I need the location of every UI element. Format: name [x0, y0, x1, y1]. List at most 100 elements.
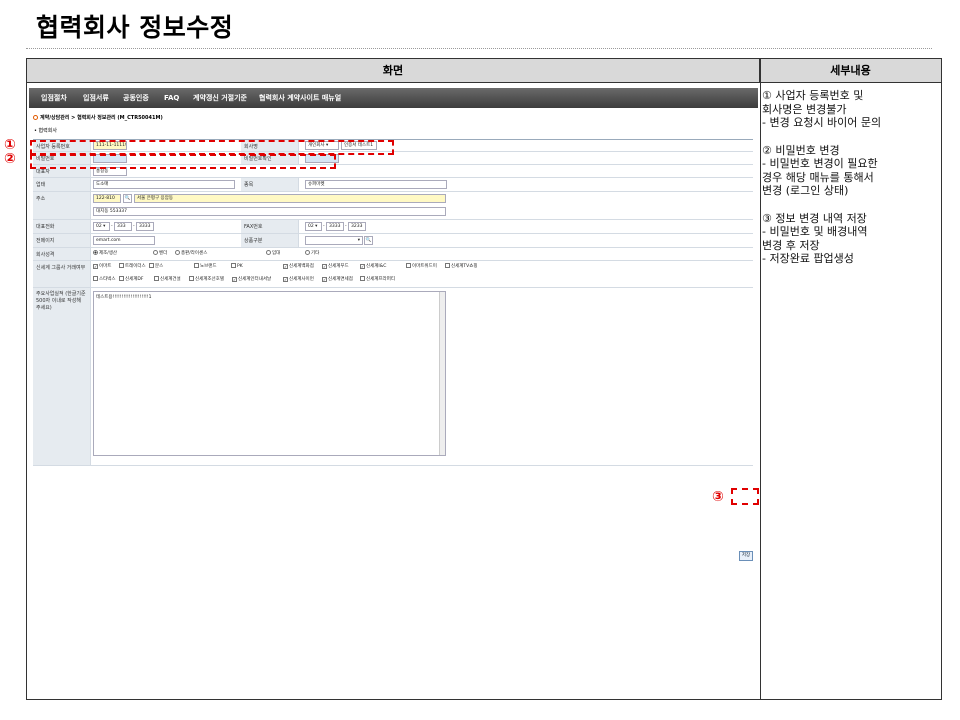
page-title: 협력회사 정보수정 [36, 13, 234, 42]
nav-item-entry-documents[interactable]: 입점서류 [83, 88, 109, 108]
top-navigation-bar: 입점절차 입점서류 공동인증 FAQ 계약갱신 거절기준 협력회사 계약사이트 … [29, 88, 758, 108]
note-line: 변경 후 저장 [762, 238, 820, 252]
save-button[interactable]: 저장 [739, 551, 753, 561]
intro-textarea[interactable]: 테스트용!!!!!!!!!!!!!!!!!!!!1 [93, 291, 446, 456]
note-line: - 비밀번호 및 배경내역 [762, 225, 868, 238]
details-notes: ① 사업자 등록번호 및 회사명은 변경불가 - 변경 요청시 바이어 문의 ②… [762, 89, 940, 280]
highlight-box-2 [30, 154, 336, 169]
form-row-address: 주소 122-810 🔍 서울 은평구 응암동 대지동 553337 [33, 192, 753, 220]
note-line: - 저장완료 팝업생성 [762, 252, 854, 265]
fax-area-select[interactable]: 02 ▾ [305, 222, 322, 231]
textarea-scrollbar[interactable] [439, 292, 445, 455]
category-select[interactable]: ▾ [305, 236, 363, 245]
zip-field: 122-810 [93, 194, 121, 203]
column-divider [760, 59, 761, 699]
business-item-label: 종목 [241, 178, 299, 191]
marker-3: ③ [712, 489, 724, 505]
note-line: ② 비밀번호 변경 [762, 143, 840, 157]
store-checkbox[interactable]: ✓ 이마트 [93, 262, 111, 271]
fax-separator: - [323, 224, 325, 229]
note-2: ② 비밀번호 변경 - 비밀번호 변경이 필요한 경우 해당 매뉴를 통해서 변… [762, 144, 940, 198]
category-label: 상품구분 [241, 234, 299, 247]
store-checkbox[interactable]: 분스 [149, 262, 163, 271]
fax-label: FAX번호 [241, 220, 299, 233]
note-1: ① 사업자 등록번호 및 회사명은 변경불가 - 변경 요청시 바이어 문의 [762, 89, 940, 130]
store-checkbox[interactable]: 신세계프라퍼티 [360, 275, 395, 284]
details-column-header: 세부내용 [760, 59, 941, 83]
fax-mid-field[interactable]: 3333 [326, 222, 344, 231]
note-line: - 비밀번호 변경이 필요한 [762, 157, 878, 170]
marker-2: ② [4, 151, 16, 167]
section-title: • 협력회사 [34, 128, 57, 134]
business-item-field[interactable]: 슈퍼마켓 [305, 180, 447, 189]
nav-item-entry-procedure[interactable]: 입점절차 [41, 88, 67, 108]
corp-type-option[interactable]: 제조/생산 [93, 249, 117, 258]
business-type-field[interactable]: 도소매 [93, 180, 235, 189]
breadcrumb-text: 계약/상담관리 > 협력회사 정보관리 (M_CTR50041M) [40, 115, 163, 121]
corp-type-option[interactable]: 총판/라이센스 [175, 249, 207, 258]
phone-last-field[interactable]: 3333 [136, 222, 154, 231]
business-type-label: 업태 [33, 178, 91, 191]
phone-label: 대표전화 [33, 220, 91, 233]
address-field: 서울 은평구 응암동 [134, 194, 446, 203]
marker-1: ① [4, 137, 16, 153]
highlight-box-3 [731, 488, 759, 505]
corp-type-label: 회사성격 [33, 248, 91, 260]
breadcrumb-bullet-icon [33, 115, 38, 120]
address-label: 주소 [33, 192, 91, 219]
store-checkbox[interactable]: ✓ 신세계I&C [360, 262, 386, 271]
email-field[interactable]: emart.com [93, 236, 155, 245]
note-line: 회사명은 변경불가 [762, 102, 847, 116]
store-checkbox[interactable]: 이마트위드미 [406, 262, 437, 271]
screen-column-header: 화면 [27, 59, 760, 83]
nav-item-renewal-criteria[interactable]: 계약갱신 거절기준 [193, 88, 247, 108]
note-line: ① 사업자 등록번호 및 [762, 89, 864, 102]
store-checkbox[interactable]: ✓ 신세계푸드 [322, 262, 349, 271]
store-checkbox[interactable]: ✓ 신세계사이먼 [283, 275, 314, 284]
corp-type-option[interactable]: 벤더 [153, 249, 167, 258]
note-line: - 변경 요청시 바이어 문의 [762, 116, 882, 129]
store-checkbox[interactable]: 트레이더스 [119, 262, 146, 271]
store-checkbox[interactable]: 노브랜드 [194, 262, 217, 271]
corp-type-option[interactable]: 기타 [305, 249, 319, 258]
form-row-email: 전메이지 emart.com 상품구분 ▾ 🔍 [33, 234, 753, 248]
nav-item-certificate[interactable]: 공동인증 [123, 88, 149, 108]
zip-search-icon[interactable]: 🔍 [123, 194, 132, 203]
store-checkbox[interactable]: ✓ 신세계인터내셔날 [232, 275, 271, 284]
screen-capture: 입점절차 입점서류 공동인증 FAQ 계약갱신 거절기준 협력회사 계약사이트 … [29, 88, 758, 699]
fax-separator: - [345, 224, 347, 229]
intro-label: 주요사업실적 (한글기준 500자 이내로 작성해 주세요) [33, 288, 91, 465]
stores-label: 신세계 그룹사 거래여부 [33, 261, 91, 287]
nav-item-manual[interactable]: 협력회사 계약사이트 매뉴얼 [259, 88, 341, 108]
phone-mid-field[interactable]: 333 [114, 222, 132, 231]
form-row-business-type: 업태 도소매 종목 슈퍼마켓 [33, 178, 753, 192]
phone-area-select[interactable]: 02 ▾ [93, 222, 110, 231]
form-row-intro: 주요사업실적 (한글기준 500자 이내로 작성해 주세요) 테스트용!!!!!… [33, 288, 753, 466]
address-detail-field[interactable]: 대지동 553337 [93, 207, 446, 216]
phone-separator: - [133, 224, 135, 229]
store-checkbox[interactable]: PK [231, 262, 243, 271]
store-checkbox[interactable]: 신세계TV쇼핑 [445, 262, 478, 271]
store-checkbox[interactable]: ✓ 신세계면세점 [322, 275, 353, 284]
form-row-stores: 신세계 그룹사 거래여부 ✓ 이마트 트레이더스 분스 노브랜드 PK ✓ 신세계백… [33, 261, 753, 288]
title-divider [26, 48, 932, 49]
corp-type-option[interactable]: 임대 [266, 249, 280, 258]
note-line: ③ 정보 변경 내역 저장 [762, 211, 867, 225]
form-row-phone: 대표전화 02 ▾ - 333 - 3333 FAX번호 02 ▾ - 3333… [33, 220, 753, 234]
note-line: 경우 해당 매뉴를 통해서 [762, 170, 874, 184]
breadcrumb: 계약/상담관리 > 협력회사 정보관리 (M_CTR50041M) [33, 114, 163, 121]
phone-separator: - [111, 224, 113, 229]
store-checkbox[interactable]: 스타벅스 [93, 275, 116, 284]
intro-text: 테스트용!!!!!!!!!!!!!!!!!!!!1 [96, 295, 152, 300]
email-label: 전메이지 [33, 234, 91, 247]
store-checkbox[interactable]: ✓ 신세계백화점 [283, 262, 314, 271]
form-row-corp-type: 회사성격 제조/생산 벤더 총판/라이센스 임대 기타 [33, 248, 753, 261]
note-line: 변경 (로그인 상태) [762, 184, 849, 197]
store-checkbox[interactable]: 신세계조선호텔 [189, 275, 224, 284]
highlight-box-1 [30, 140, 394, 155]
category-search-icon[interactable]: 🔍 [364, 236, 373, 245]
fax-last-field[interactable]: 3233 [348, 222, 366, 231]
nav-item-faq[interactable]: FAQ [164, 88, 179, 108]
store-checkbox[interactable]: 신세계건설 [154, 275, 181, 284]
store-checkbox[interactable]: 신세계DF [119, 275, 143, 284]
